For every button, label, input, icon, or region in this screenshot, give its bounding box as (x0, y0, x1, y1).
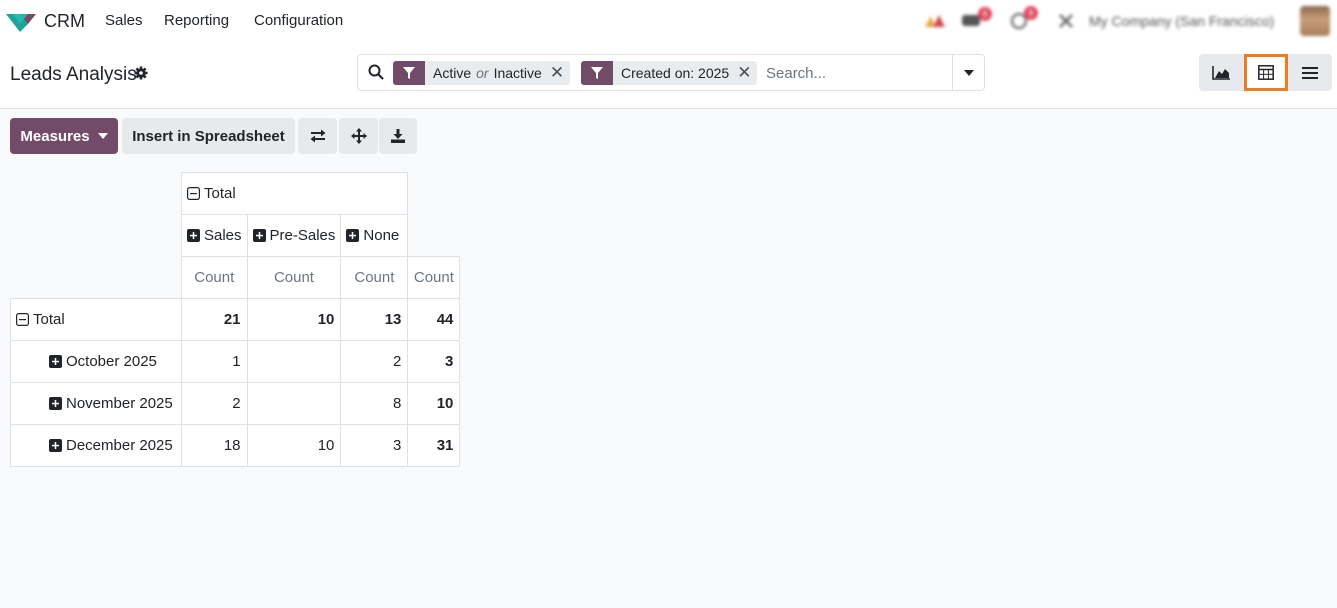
pivot-cell[interactable]: 3 (340, 424, 409, 467)
pivot-table: Total Sales Pre-Sales None Count Count C… (10, 172, 461, 467)
pivot-cell[interactable] (246, 382, 342, 425)
pivot-row-header-november[interactable]: November 2025 (10, 382, 182, 425)
table-icon (1258, 65, 1274, 80)
graph-view-button[interactable] (1199, 54, 1243, 91)
top-navbar: CRM Sales Reporting Configuration 8 8 My… (0, 0, 1337, 42)
pivot-cell[interactable]: 10 (407, 382, 461, 425)
app-name[interactable]: CRM (44, 11, 85, 32)
search-options-toggle[interactable] (952, 55, 984, 90)
list-view-button[interactable] (1288, 54, 1332, 91)
remove-facet-icon[interactable]: ✕ (737, 61, 757, 85)
pivot-cell[interactable]: 10 (246, 424, 342, 467)
pivot-col-header-total[interactable]: Total (180, 172, 409, 215)
facet-value: Active or Inactive (433, 65, 542, 81)
measure-header[interactable]: Count (407, 256, 461, 299)
pivot-cell[interactable]: 2 (340, 340, 409, 383)
collapse-minus-icon (187, 187, 200, 200)
measure-header[interactable]: Count (246, 256, 342, 299)
messages-icon[interactable]: 8 (962, 7, 992, 29)
remove-facet-icon[interactable]: ✕ (550, 61, 570, 85)
pivot-row-header-december[interactable]: December 2025 (10, 424, 182, 467)
pivot-corner (11, 173, 182, 215)
view-switcher (1199, 54, 1332, 91)
filter-icon (393, 61, 425, 85)
pivot-cell[interactable]: 2 (181, 382, 248, 425)
pivot-cell[interactable]: 18 (181, 424, 248, 467)
filter-facet-created-on: Created on: 2025 ✕ (581, 61, 758, 85)
debug-tools-icon[interactable] (1058, 13, 1074, 29)
expand-plus-icon (187, 229, 200, 242)
messages-count-badge: 8 (978, 7, 992, 21)
expand-plus-icon (49, 355, 62, 368)
pivot-row-header-total[interactable]: Total (10, 298, 182, 341)
facet-value: Created on: 2025 (621, 65, 730, 81)
pivot-view-button[interactable] (1244, 54, 1288, 91)
caret-down-icon (963, 69, 974, 76)
pivot-cell[interactable]: 13 (340, 298, 409, 341)
pivot-row: November 2025 2 8 10 (10, 382, 461, 425)
expand-plus-icon (49, 397, 62, 410)
pivot-total-row: Total 21 10 13 44 (10, 298, 461, 341)
pivot-cell[interactable]: 8 (340, 382, 409, 425)
pivot-col-header-sales[interactable]: Sales (181, 214, 248, 257)
pivot-row: October 2025 1 2 3 (10, 340, 461, 383)
filter-icon (581, 61, 613, 85)
pivot-cell[interactable]: 21 (181, 298, 248, 341)
search-bar: Active or Inactive ✕ Created on: 2025 ✕ (357, 54, 985, 91)
expand-all-button[interactable] (339, 118, 378, 154)
measure-header[interactable]: Count (181, 256, 248, 299)
pivot-col-header-none[interactable]: None (340, 214, 409, 257)
activity-clock-icon[interactable]: 8 (1010, 6, 1038, 30)
pivot-row: December 2025 18 10 3 31 (10, 424, 461, 467)
menu-configuration[interactable]: Configuration (254, 12, 343, 29)
pivot-col-header-pre-sales[interactable]: Pre-Sales (246, 214, 342, 257)
expand-plus-icon (252, 229, 266, 242)
page-title: Leads Analysis (10, 64, 137, 85)
pivot-row-header-october[interactable]: October 2025 (10, 340, 182, 383)
crm-logo-icon[interactable] (6, 10, 36, 32)
menu-reporting[interactable]: Reporting (164, 12, 229, 29)
exchange-icon (310, 129, 325, 143)
download-button[interactable] (379, 118, 417, 154)
voip-icon[interactable] (925, 13, 947, 29)
search-input[interactable] (766, 60, 946, 86)
expand-plus-icon (49, 439, 62, 452)
pivot-cell[interactable]: 3 (407, 340, 461, 383)
control-panel: Leads Analysis Active or Inactive ✕ Crea… (0, 42, 1337, 109)
flip-axis-button[interactable] (298, 118, 337, 154)
measures-button[interactable]: Measures (10, 118, 118, 154)
gear-icon[interactable] (134, 66, 148, 80)
insert-in-spreadsheet-button[interactable]: Insert in Spreadsheet (122, 118, 295, 154)
pivot-cell[interactable]: 31 (407, 424, 461, 467)
caret-down-icon (97, 133, 108, 139)
measure-header[interactable]: Count (340, 256, 409, 299)
filter-facet-active: Active or Inactive ✕ (393, 61, 571, 85)
company-switcher[interactable]: My Company (San Francisco) (1089, 13, 1274, 29)
user-avatar[interactable] (1300, 6, 1330, 36)
download-icon (391, 129, 405, 143)
list-icon (1302, 66, 1318, 79)
pivot-cell[interactable]: 44 (407, 298, 461, 341)
expand-plus-icon (346, 229, 360, 242)
activity-count-badge: 8 (1024, 6, 1038, 20)
search-icon[interactable] (368, 64, 384, 80)
pivot-cell[interactable] (246, 340, 342, 383)
area-chart-icon (1212, 65, 1230, 80)
collapse-minus-icon (16, 313, 29, 326)
pivot-cell[interactable]: 1 (181, 340, 248, 383)
pivot-cell[interactable]: 10 (246, 298, 342, 341)
menu-sales[interactable]: Sales (105, 12, 143, 29)
arrows-move-icon (350, 128, 367, 144)
